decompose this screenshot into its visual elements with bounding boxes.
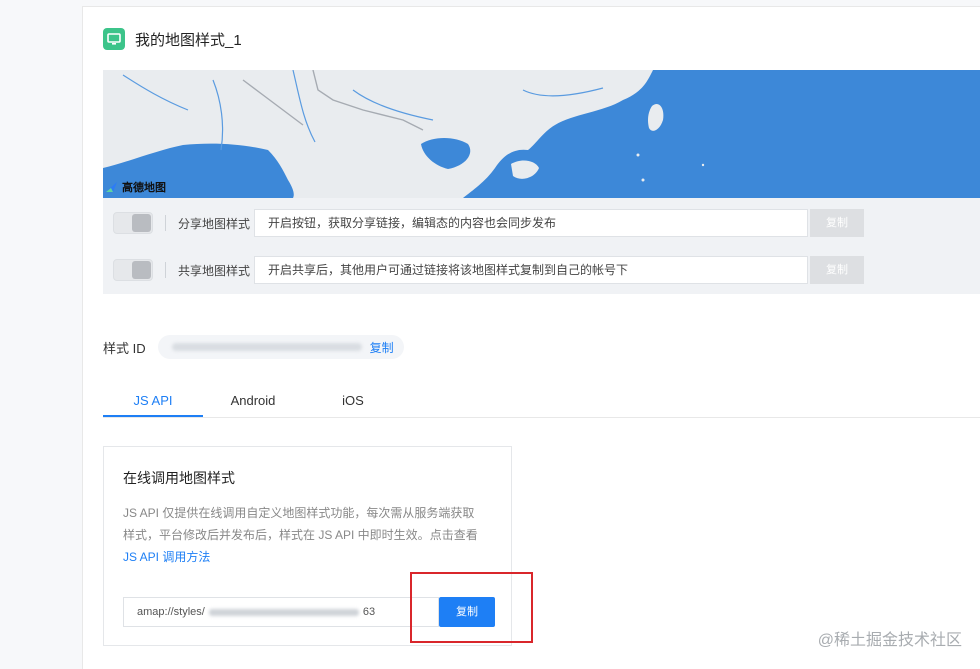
- copy-shared-button[interactable]: 复制: [810, 256, 864, 284]
- tab-android[interactable]: Android: [203, 385, 303, 417]
- map-preview[interactable]: 高德地图: [103, 70, 980, 198]
- map-brand-label: 高德地图: [122, 182, 166, 194]
- watermark: @稀土掘金技术社区: [817, 632, 962, 649]
- copy-style-id-link[interactable]: 复制: [370, 339, 394, 356]
- share-label: 分享地图样式: [178, 216, 251, 231]
- url-prefix: amap://styles/: [137, 606, 205, 618]
- js-api-method-link[interactable]: JS API 调用方法: [123, 550, 210, 564]
- shared-label: 共享地图样式: [178, 263, 251, 278]
- style-id-row: 样式 ID 复制: [103, 334, 404, 360]
- divider: [165, 262, 166, 278]
- share-link-field[interactable]: 开启按钮，获取分享链接，编辑态的内容也会同步发布: [254, 209, 808, 237]
- style-id-pill: 复制: [157, 335, 404, 359]
- online-description: JS API 仅提供在线调用自定义地图样式功能，每次需从服务端获取样式，平台修改…: [123, 502, 485, 568]
- page-header: 我的地图样式_1: [103, 27, 242, 51]
- share-toggle[interactable]: [113, 212, 153, 234]
- style-url-field[interactable]: amap://styles/ 63: [123, 597, 439, 627]
- platform-tabs: JS API Android iOS: [103, 385, 980, 418]
- amap-logo-icon: [105, 181, 119, 193]
- copy-share-button[interactable]: 复制: [810, 209, 864, 237]
- divider: [165, 215, 166, 231]
- online-title: 在线调用地图样式: [123, 470, 235, 486]
- shared-toggle[interactable]: [113, 259, 153, 281]
- style-id-value-redacted: [171, 343, 362, 351]
- style-detail-card: 我的地图样式_1 高德地图 分享地图样式 开启按钮，获取分享链接，编辑态的内容也…: [82, 6, 980, 669]
- shared-link-field[interactable]: 开启共享后，其他用户可通过链接将该地图样式复制到自己的帐号下: [254, 256, 808, 284]
- map-brand: 高德地图: [105, 179, 166, 195]
- share-panel: 分享地图样式 开启按钮，获取分享链接，编辑态的内容也会同步发布 复制 共享地图样…: [103, 198, 980, 294]
- active-tab-indicator: [103, 415, 203, 417]
- monitor-icon: [103, 28, 125, 50]
- tab-ios[interactable]: iOS: [303, 385, 403, 417]
- style-id-label: 样式 ID: [103, 340, 146, 356]
- shared-row: 共享地图样式 开启共享后，其他用户可通过链接将该地图样式复制到自己的帐号下 复制: [103, 255, 980, 285]
- share-row: 分享地图样式 开启按钮，获取分享链接，编辑态的内容也会同步发布 复制: [103, 208, 980, 238]
- page-title: 我的地图样式_1: [135, 31, 242, 49]
- url-suffix: 63: [362, 606, 376, 618]
- highlight-box: [410, 572, 533, 643]
- url-redacted: [208, 608, 359, 616]
- online-desc-text: JS API 仅提供在线调用自定义地图样式功能，每次需从服务端获取样式，平台修改…: [123, 506, 478, 542]
- tab-js-api[interactable]: JS API: [103, 385, 203, 417]
